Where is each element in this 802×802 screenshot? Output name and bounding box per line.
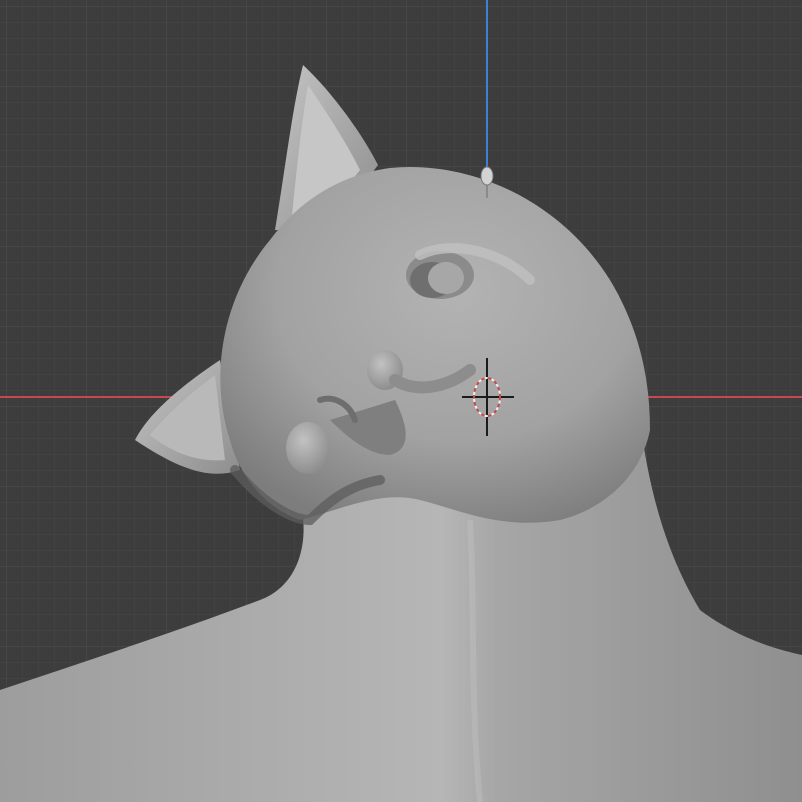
- mesh-chin: [286, 422, 330, 474]
- mesh-eye-highlight: [428, 262, 464, 294]
- 3d-viewport[interactable]: [0, 0, 802, 802]
